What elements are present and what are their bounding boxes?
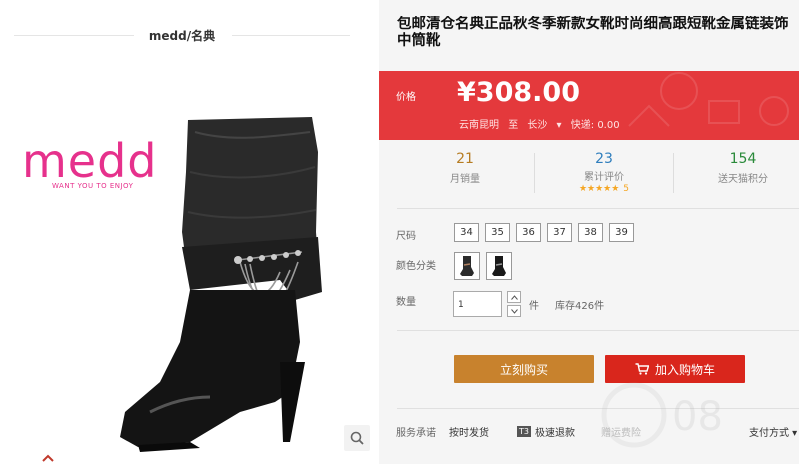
rating-stars: ★★★★★ 5 (534, 184, 674, 194)
size-option[interactable]: 36 (516, 223, 541, 242)
magnifier-icon (350, 431, 364, 445)
buy-now-button[interactable]: 立刻购买 (454, 355, 594, 383)
ship-from: 云南昆明 (459, 120, 499, 131)
color-label: 颜色分类 (396, 261, 436, 272)
stat-value: 154 (729, 151, 757, 167)
watermark-logo: 08 (601, 382, 723, 448)
stat-monthly-sales: 21 月销量 (395, 151, 535, 185)
divider (397, 330, 799, 331)
product-gallery: medd/名典 medd WANT YOU TO ENJOY (0, 0, 378, 464)
zoom-button[interactable] (344, 425, 370, 451)
quantity-input[interactable]: 1 (453, 291, 502, 317)
stat-reviews[interactable]: 23 累计评价 ★★★★★ 5 (534, 151, 674, 194)
color-option-2[interactable] (486, 252, 512, 280)
cart-icon (635, 363, 649, 375)
service-item-text: 按时发货 (449, 428, 489, 439)
ship-to-word: 至 (508, 120, 519, 131)
service-item[interactable]: T3 极速退款 (517, 424, 575, 439)
star-count: 5 (623, 184, 630, 194)
service-label: 服务承诺 (396, 428, 436, 439)
stat-label: 月销量 (450, 174, 480, 185)
t3-badge: T3 (517, 426, 531, 437)
product-title-line2: 中筒靴 (397, 33, 441, 49)
size-option[interactable]: 38 (578, 223, 603, 242)
service-item-text: 极速退款 (534, 428, 575, 439)
watermark-text: 08 (672, 394, 723, 440)
quantity-unit: 件 (529, 301, 539, 312)
chevron-down-icon (510, 308, 518, 314)
quantity-decrease-button[interactable] (507, 305, 521, 317)
size-options: 34 35 36 37 38 39 (454, 223, 634, 242)
boot-image (120, 117, 322, 452)
ship-to-select[interactable]: 长沙 ▾ (527, 120, 561, 131)
stats-bar: 21 月销量 23 累计评价 ★★★★★ 5 154 送天猫积分 (379, 143, 799, 203)
size-option[interactable]: 37 (547, 223, 572, 242)
boot-thumbnail-icon (460, 256, 474, 276)
size-label: 尺码 (396, 231, 416, 242)
stat-points: 154 送天猫积分 (673, 151, 799, 185)
stat-value: 23 (595, 151, 613, 167)
divider (397, 208, 799, 209)
shipping-info: 云南昆明 至 长沙 ▾ 快递: 0.00 (459, 116, 626, 131)
product-detail: 包邮清仓名典正品秋冬季新款女靴时尚细高跟短靴金属链装饰 中筒靴 价格 ¥308.… (379, 0, 799, 464)
boot-thumbnail-icon (492, 256, 506, 276)
stat-label: 累计评价 (584, 172, 624, 183)
color-option-1[interactable] (454, 252, 480, 280)
size-option[interactable]: 39 (609, 223, 634, 242)
size-option[interactable]: 35 (485, 223, 510, 242)
chevron-up-icon[interactable] (42, 454, 54, 462)
stat-value: 21 (456, 151, 474, 167)
brand-title: medd/名典 (148, 29, 216, 43)
star-icons: ★★★★★ (578, 184, 620, 194)
buy-now-label: 立刻购买 (499, 362, 548, 377)
quantity-label: 数量 (396, 297, 416, 308)
ship-to-city: 长沙 (527, 120, 548, 131)
price-panel: 价格 ¥308.00 云南昆明 至 长沙 ▾ 快递: 0.00 (379, 71, 799, 140)
express-fee: 快递: 0.00 (570, 120, 620, 131)
service-item[interactable]: 按时发货 (449, 424, 489, 439)
quantity-increase-button[interactable] (507, 291, 521, 303)
stat-label: 送天猫积分 (718, 174, 768, 185)
price-label: 价格 (396, 92, 416, 103)
product-title: 包邮清仓名典正品秋冬季新款女靴时尚细高跟短靴金属链装饰 中筒靴 (397, 16, 799, 50)
size-option[interactable]: 34 (454, 223, 479, 242)
chevron-up-icon (510, 294, 518, 300)
color-options (454, 252, 512, 280)
product-title-line1: 包邮清仓名典正品秋冬季新款女靴时尚细高跟短靴金属链装饰 (397, 16, 789, 32)
stock-count: 库存426件 (555, 301, 605, 312)
price-value: ¥308.00 (457, 77, 580, 108)
